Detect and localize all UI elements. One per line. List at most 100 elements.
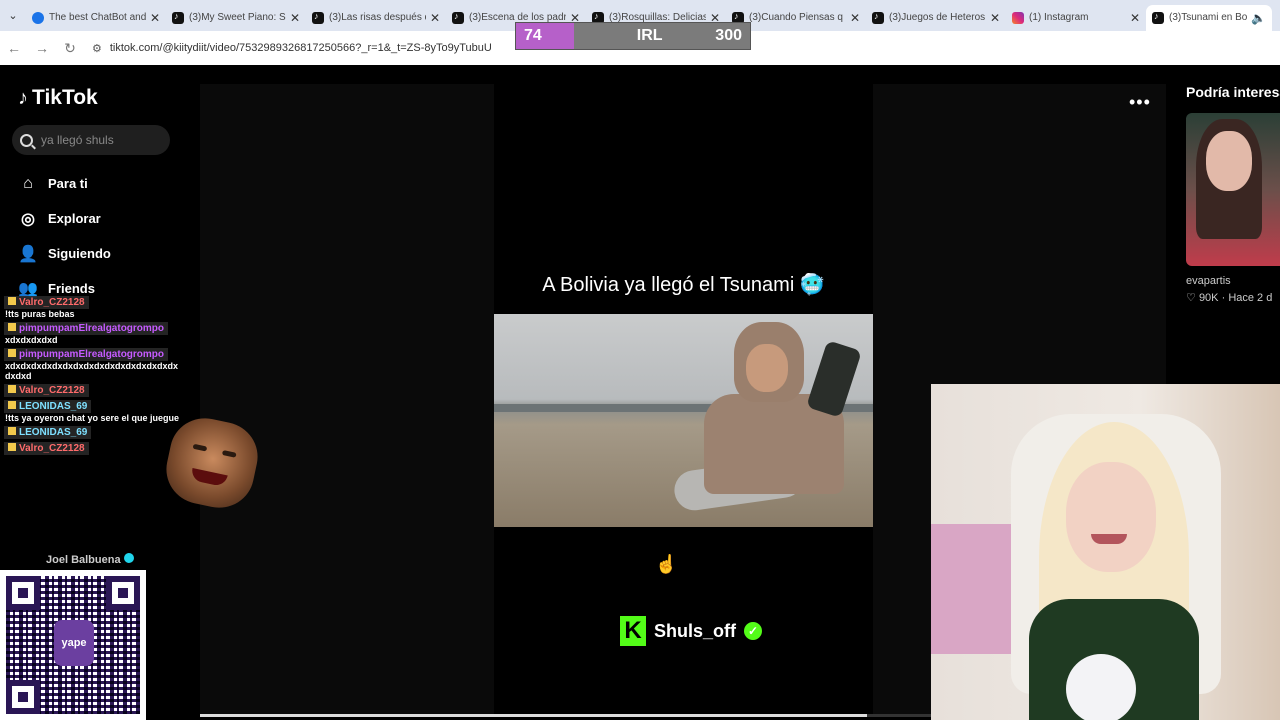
sidebar-item-explorar[interactable]: ◎ Explorar <box>18 201 111 236</box>
close-tab-icon[interactable]: ✕ <box>850 11 860 25</box>
sidebar-item-siguiendo[interactable]: 👤 Siguiendo <box>18 236 111 271</box>
emote-eye <box>192 443 208 452</box>
tiktok-favicon-icon <box>172 11 184 24</box>
sidebar-nav: ⌂ Para ti ◎ Explorar 👤 Siguiendo 👥 Frien… <box>18 166 111 306</box>
video-progress-fill <box>200 714 867 717</box>
browser-tab[interactable]: (3)Juegos de Heteros ✕ <box>866 5 1006 31</box>
chat-message-text: !tts puras bebas <box>4 309 76 319</box>
webcam-plush <box>1066 654 1136 720</box>
recommendations-title: Podría interesarte <box>1186 84 1280 100</box>
browser-tab[interactable]: (3)My Sweet Piano: S ✕ <box>166 5 306 31</box>
goal-current: 74 <box>524 27 542 44</box>
screen: ⌄ The best ChatBot and ✕ (3)My Sweet Pia… <box>0 0 1280 720</box>
video-frame-image <box>494 314 873 527</box>
tiktok-favicon-icon <box>872 11 884 24</box>
chat-message-text: !tts ya oyeron chat yo sere el que juegu… <box>4 413 181 423</box>
chat-badge-icon <box>8 349 16 357</box>
video-watermark: K Shuls_off ✓ <box>620 616 763 646</box>
browser-tab[interactable]: The best ChatBot and ✕ <box>26 5 166 31</box>
chat-username: Valro_CZ2128 <box>4 384 89 397</box>
site-info-icon[interactable]: ⚙ <box>92 42 102 55</box>
qr-pattern: yape <box>6 576 140 714</box>
verified-icon <box>123 553 134 563</box>
forward-arrow-icon[interactable]: → <box>28 40 56 56</box>
tiktok-favicon-icon <box>1152 11 1164 24</box>
search-icon <box>20 133 33 147</box>
donation-goal-bar: 74 IRL 300 <box>515 22 751 50</box>
search-input[interactable]: ya llegó shuls <box>12 125 170 155</box>
speaker-icon[interactable]: 🔈 <box>1251 11 1266 25</box>
qr-finder <box>6 576 40 610</box>
chat-message: Valro_CZ2128 <box>4 442 184 455</box>
chat-badge-icon <box>8 323 16 331</box>
chat-badge-icon <box>8 427 16 435</box>
tab-title: (1) Instagram <box>1029 12 1089 23</box>
recommendation-thumbnail[interactable] <box>1186 113 1280 266</box>
chat-username: Valro_CZ2128 <box>4 442 89 455</box>
chat-badge-icon <box>8 443 16 451</box>
instagram-favicon-icon <box>1012 11 1024 24</box>
browser-tab[interactable]: (1) Instagram ✕ <box>1006 5 1146 31</box>
post-time: Hace 2 d <box>1228 292 1273 304</box>
tiktok-favicon-icon <box>312 11 324 24</box>
chat-badge-icon <box>8 297 16 305</box>
qr-finder <box>6 680 40 714</box>
sidebar-item-label: Siguiendo <box>48 246 111 261</box>
sidebar-item-label: Friends <box>48 281 95 296</box>
chat-username: pimpumpamElrealgatogrompo <box>4 348 169 361</box>
meta-separator: · <box>1221 292 1226 304</box>
person-face <box>746 344 788 392</box>
chat-username-text: pimpumpamElrealgatogrompo <box>19 349 165 360</box>
tiktok-logo[interactable]: ♪ TikTok <box>18 86 98 110</box>
following-icon: 👤 <box>18 245 38 263</box>
chat-message: pimpumpamElrealgatogrompo xdxdxdxdxd <box>4 322 184 345</box>
chat-username-text: LEONIDAS_69 <box>19 427 88 438</box>
stream-chat: Valro_CZ2128 !tts puras bebas pimpumpamElr… <box>4 296 184 458</box>
webcam-mouth <box>1091 534 1127 544</box>
close-tab-icon[interactable]: ✕ <box>430 11 440 25</box>
video-caption: A Bolivia ya llegó el Tsunami 🥶 <box>542 274 825 296</box>
goal-target: 300 <box>715 27 742 44</box>
verified-icon: ✓ <box>744 622 763 640</box>
kick-logo-icon: K <box>620 616 646 646</box>
close-tab-icon[interactable]: ✕ <box>290 11 300 25</box>
back-arrow-icon[interactable]: ← <box>0 40 28 56</box>
chat-username: LEONIDAS_69 <box>4 426 92 439</box>
chat-username-text: Valro_CZ2128 <box>19 443 85 454</box>
heart-icon: ♡ <box>1186 292 1196 304</box>
close-tab-icon[interactable]: ✕ <box>990 11 1000 25</box>
tab-title: (3)Cuando Piensas q <box>749 12 843 23</box>
yape-qr-code: yape <box>0 570 146 720</box>
recommendation-username[interactable]: evapartis <box>1186 275 1231 287</box>
chat-message: LEONIDAS_69 <box>4 426 184 439</box>
close-tab-icon[interactable]: ✕ <box>150 11 160 25</box>
sidebar-item-para-ti[interactable]: ⌂ Para ti <box>18 166 111 201</box>
browser-tab[interactable]: (3)Las risas después d ✕ <box>306 5 446 31</box>
tiktok-favicon-icon <box>452 11 464 24</box>
chat-username: LEONIDAS_69 <box>4 400 92 413</box>
sidebar-following-user[interactable]: Joel Balbuena <box>46 553 134 566</box>
browser-tab-active[interactable]: (3)Tsunami en Bo 🔈 <box>1146 4 1272 31</box>
chat-message: Valro_CZ2128 !tts puras bebas <box>4 296 184 319</box>
chat-message-text: xdxdxdxdxd <box>4 335 59 345</box>
close-tab-icon[interactable]: ✕ <box>1130 11 1140 25</box>
tab-title: (3)My Sweet Piano: S <box>189 12 286 23</box>
compass-icon: ◎ <box>21 210 35 228</box>
chat-username-text: Valro_CZ2128 <box>19 297 85 308</box>
tiktok-note-icon: ♪ <box>18 86 28 109</box>
more-options-icon[interactable]: ••• <box>1129 92 1151 113</box>
home-icon: ⌂ <box>23 174 33 192</box>
thumb-face <box>1206 131 1252 191</box>
chat-username-text: LEONIDAS_69 <box>19 401 88 412</box>
reload-icon[interactable]: ↻ <box>56 40 84 57</box>
webcam-overlay <box>931 384 1280 720</box>
chat-username-text: pimpumpamElrealgatogrompo <box>19 323 165 334</box>
chat-message: LEONIDAS_69 !tts ya oyeron chat yo sere e… <box>4 400 184 423</box>
like-count: 90K <box>1198 292 1219 304</box>
webcam-face <box>1066 462 1156 572</box>
chat-badge-icon <box>8 401 16 409</box>
chatbot-favicon-icon <box>32 11 44 24</box>
tab-search-chevron-icon[interactable]: ⌄ <box>0 0 26 31</box>
recommendation-meta: ♡ 90K · Hace 2 d <box>1186 291 1272 304</box>
tab-title: (3)Juegos de Heteros <box>889 12 986 23</box>
